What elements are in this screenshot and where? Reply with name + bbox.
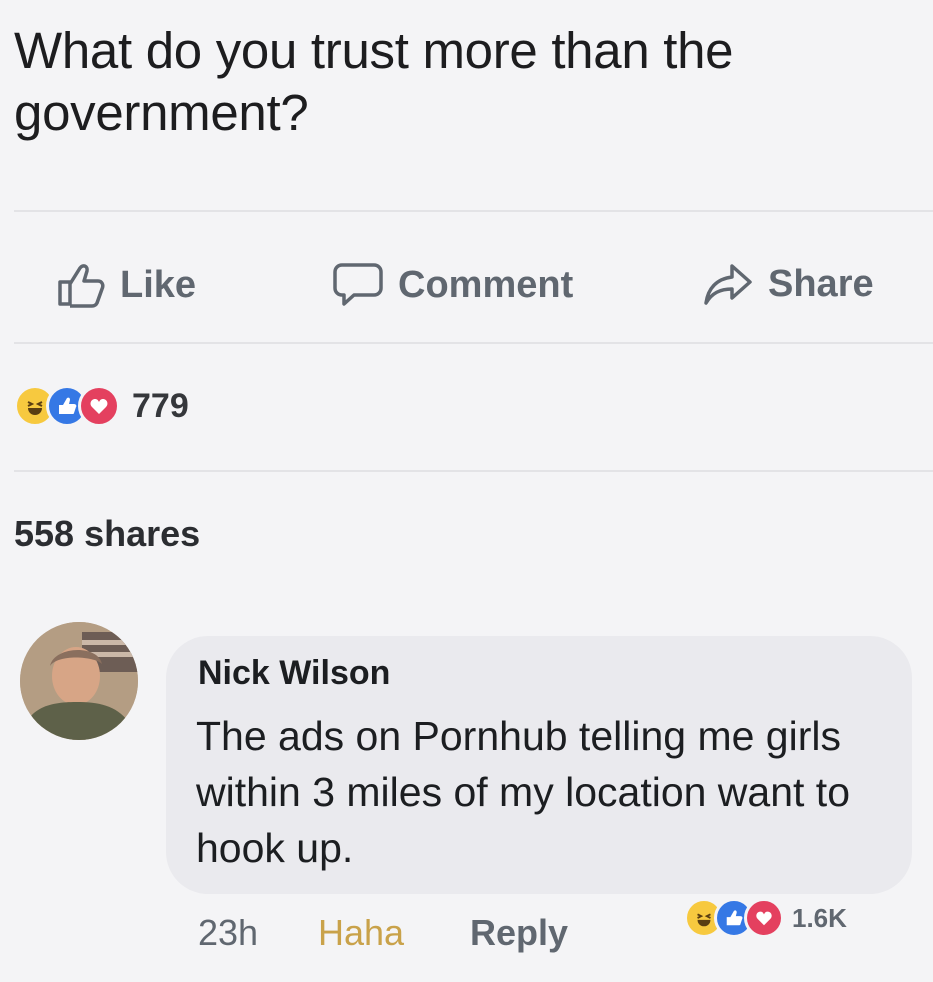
- love-icon: [78, 385, 120, 427]
- comment-text: The ads on Pornhub telling me girls with…: [196, 713, 850, 871]
- share-button[interactable]: Share: [702, 262, 874, 306]
- comment-author[interactable]: Nick Wilson: [198, 654, 390, 693]
- comment-timestamp[interactable]: 23h: [198, 912, 258, 954]
- comment-icon: [333, 263, 383, 306]
- post-text: What do you trust more than the governme…: [14, 22, 734, 141]
- comment-label: Comment: [398, 263, 574, 306]
- comment-reply-link[interactable]: Reply: [470, 912, 568, 954]
- love-icon: [744, 898, 784, 938]
- post-actions-bar: Like Comment Share: [0, 240, 933, 330]
- share-label: Share: [768, 262, 874, 305]
- like-button[interactable]: Like: [56, 262, 196, 308]
- divider-actions: [14, 342, 933, 344]
- avatar[interactable]: [20, 622, 138, 740]
- comment-button[interactable]: Comment: [332, 262, 573, 308]
- comment-reaction-count: 1.6K: [792, 902, 847, 933]
- shares-count[interactable]: 558 shares: [14, 513, 200, 555]
- reaction-count: 779: [132, 386, 189, 425]
- comment-haha-link[interactable]: Haha: [318, 912, 404, 954]
- reactions-summary[interactable]: 779: [14, 385, 189, 427]
- divider-top: [14, 210, 933, 212]
- user-photo: [20, 622, 138, 740]
- like-label: Like: [120, 263, 197, 306]
- share-arrow-icon: [704, 264, 752, 305]
- comment-reactions[interactable]: 1.6K: [680, 896, 857, 940]
- thumbs-up-icon: [58, 264, 105, 308]
- divider-reactions: [14, 470, 933, 472]
